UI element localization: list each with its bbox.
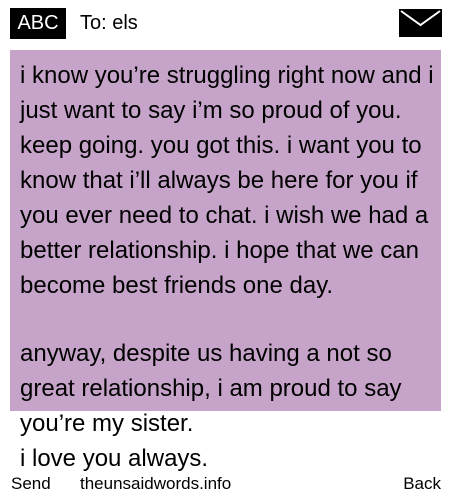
envelope-icon[interactable] (399, 9, 442, 37)
recipient-line: To: els (80, 12, 138, 34)
send-button[interactable]: Send (11, 470, 51, 498)
message-overflow-text: anyway, despite us having a not so great… (20, 340, 402, 472)
footer-bar: Send theunsaidwords.info Back (0, 470, 450, 500)
back-button[interactable]: Back (403, 470, 441, 498)
site-link[interactable]: theunsaidwords.info (80, 470, 231, 498)
message-body: i know you’re struggling right now and i… (20, 62, 434, 299)
header-bar: ABC To: els (0, 0, 450, 48)
input-mode-badge[interactable]: ABC (10, 8, 66, 39)
